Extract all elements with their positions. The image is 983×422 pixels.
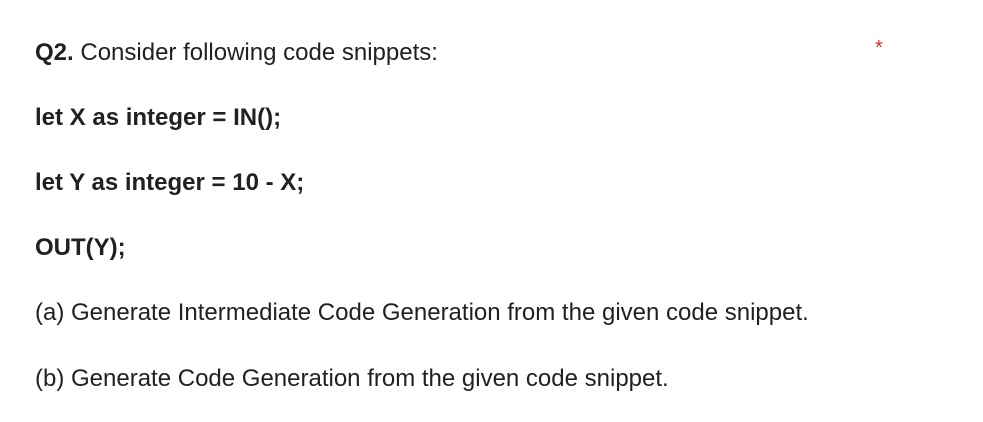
- question-title: Consider following code snippets:: [80, 39, 438, 66]
- code-line-1: let X as integer = IN();: [35, 104, 282, 131]
- question-card: Q2. Consider following code snippets: * …: [0, 0, 983, 422]
- code-line-2: let Y as integer = 10 - X;: [35, 169, 305, 196]
- required-asterisk: *: [875, 37, 883, 59]
- question-number: Q2.: [35, 39, 74, 66]
- question-part-a: (a) Generate Intermediate Code Generatio…: [35, 299, 809, 326]
- question-title-line: Q2. Consider following code snippets:: [35, 38, 438, 68]
- question-part-b: (b) Generate Code Generation from the gi…: [35, 365, 669, 392]
- code-line-3: OUT(Y);: [35, 234, 126, 261]
